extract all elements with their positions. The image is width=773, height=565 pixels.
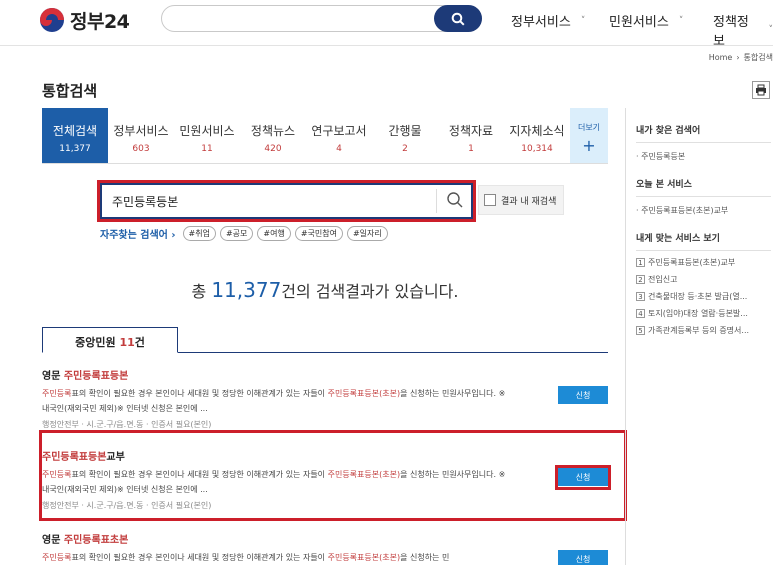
result-summary: 총 11,377건의 검색결과가 있습니다. — [191, 278, 459, 302]
tab-more[interactable]: 더보기 + — [570, 108, 608, 163]
tab-all[interactable]: 전체검색 11,377 — [42, 108, 108, 163]
tab-policy-news[interactable]: 정책뉴스 420 — [240, 108, 306, 163]
header-search-button[interactable] — [434, 5, 482, 32]
breadcrumb: Home › 통합검색 — [709, 52, 773, 63]
breadcrumb-home[interactable]: Home — [709, 53, 733, 62]
main-search-box — [100, 183, 473, 219]
result-title[interactable]: 영문 주민등록표등본 — [42, 367, 608, 382]
breadcrumb-current: 통합검색 — [743, 53, 773, 62]
main-search-input[interactable] — [112, 191, 432, 211]
recommended-item[interactable]: 4 토지(임야)대장 열람·등본발... — [636, 308, 773, 319]
result-item: 주민등록표등본교부 주민등록표의 확인이 필요한 경우 본인이나 세대원 및 정… — [42, 448, 608, 511]
tab-policy-materials[interactable]: 정책자료 1 — [438, 108, 504, 163]
tab-civil-services[interactable]: 민원서비스 11 — [174, 108, 240, 163]
nav-government-services[interactable]: 정부서비스 ˅ — [511, 11, 585, 30]
search-within-results-checkbox[interactable] — [484, 194, 496, 206]
search-icon — [451, 12, 465, 26]
tab-research-reports[interactable]: 연구보고서 4 — [306, 108, 372, 163]
page-title: 통합검색 — [42, 82, 98, 100]
search-within-results[interactable]: 결과 내 재검색 — [478, 185, 564, 215]
today-viewed-title: 오늘 본 서비스 — [636, 180, 692, 190]
popular-chip[interactable]: #공모 — [219, 226, 254, 241]
result-title[interactable]: 주민등록표등본교부 — [42, 448, 608, 463]
section-tab-central-civil[interactable]: 중앙민원 11건 — [42, 327, 178, 353]
result-description: 주민등록표의 확인이 필요한 경우 본인이나 세대원 및 정당한 이해관계가 있… — [42, 389, 506, 413]
gov24-logo[interactable]: 정부24 — [40, 7, 130, 33]
today-viewed-item[interactable]: · 주민등록표등본(초본)교부 — [636, 205, 773, 216]
apply-button[interactable]: 신청 — [558, 550, 608, 565]
popular-chip[interactable]: #여행 — [257, 226, 291, 241]
recommended-item[interactable]: 3 건축물대장 등·초본 발급(열... — [636, 291, 773, 302]
search-icon[interactable] — [446, 191, 464, 209]
chevron-right-icon: › — [736, 53, 740, 62]
apply-button[interactable]: 신청 — [558, 386, 608, 404]
right-sidebar: 내가 찾은 검색어 · 주민등록등본 오늘 본 서비스 · 주민등록표등본(초본… — [625, 108, 773, 565]
my-searches-title: 내가 찾은 검색어 — [636, 126, 701, 136]
taegeuk-logo-icon — [40, 8, 64, 32]
result-count: 11,377 — [211, 278, 282, 302]
header-search-input[interactable] — [161, 5, 482, 32]
recommended-item[interactable]: 5 가족관계등록부 등의 증명서... — [636, 325, 773, 336]
printer-icon — [756, 84, 766, 96]
result-meta: 행정안전부 · 시.군.구/읍.면.동 · 인증서 필요(본인) — [42, 501, 212, 510]
my-search-item[interactable]: · 주민등록등본 — [636, 151, 773, 162]
plus-icon: + — [582, 136, 596, 155]
apply-button[interactable]: 신청 — [558, 468, 608, 486]
search-category-tabs: 전체검색 11,377 정부서비스 603 민원서비스 11 정책뉴스 420 … — [42, 108, 608, 164]
popular-search-terms: 자주찾는 검색어 › #취업 #공모 #여행 #국민참여 #일자리 — [100, 226, 388, 241]
recommended-item[interactable]: 1 주민등록표등본(초본)교부 — [636, 257, 773, 268]
result-item: 영문 주민등록표초본 주민등록표의 확인이 필요한 경우 본인이나 세대원 및 … — [42, 531, 608, 565]
result-description: 주민등록표의 확인이 필요한 경우 본인이나 세대원 및 정당한 이해관계가 있… — [42, 470, 506, 494]
recommended-title: 내게 맞는 서비스 보기 — [636, 234, 720, 244]
top-header: 정부24 정부서비스 ˅ 민원서비스 ˅ 정책정보 ˅ — [0, 0, 773, 49]
popular-chip[interactable]: #국민참여 — [294, 226, 343, 241]
result-meta: 행정안전부 · 시.군.구/읍.면.동 · 인증서 필요(본인) — [42, 420, 212, 429]
recommended-item[interactable]: 2 전입신고 — [636, 274, 773, 285]
tab-publications[interactable]: 간행물 2 — [372, 108, 438, 163]
print-button[interactable] — [752, 81, 770, 99]
chevron-down-icon: ˅ — [580, 15, 586, 26]
logo-text: 정부24 — [70, 10, 130, 33]
tab-local-news[interactable]: 지자체소식 10,314 — [504, 108, 570, 163]
result-item: 영문 주민등록표등본 주민등록표의 확인이 필요한 경우 본인이나 세대원 및 … — [42, 367, 608, 430]
nav-civil-services[interactable]: 민원서비스 ˅ — [609, 11, 683, 30]
chevron-down-icon: ˅ — [678, 15, 684, 26]
result-title[interactable]: 영문 주민등록표초본 — [42, 531, 608, 546]
tab-government-services[interactable]: 정부서비스 603 — [108, 108, 174, 163]
popular-chip[interactable]: #취업 — [182, 226, 216, 241]
popular-label: 자주찾는 검색어 › — [100, 230, 176, 241]
result-description: 주민등록표의 확인이 필요한 경우 본인이나 세대원 및 정당한 이해관계가 있… — [42, 553, 450, 562]
nav-policy-info[interactable]: 정책정보 ˅ — [713, 11, 773, 49]
chevron-down-icon: ˅ — [768, 25, 773, 35]
popular-chip[interactable]: #일자리 — [346, 226, 388, 241]
